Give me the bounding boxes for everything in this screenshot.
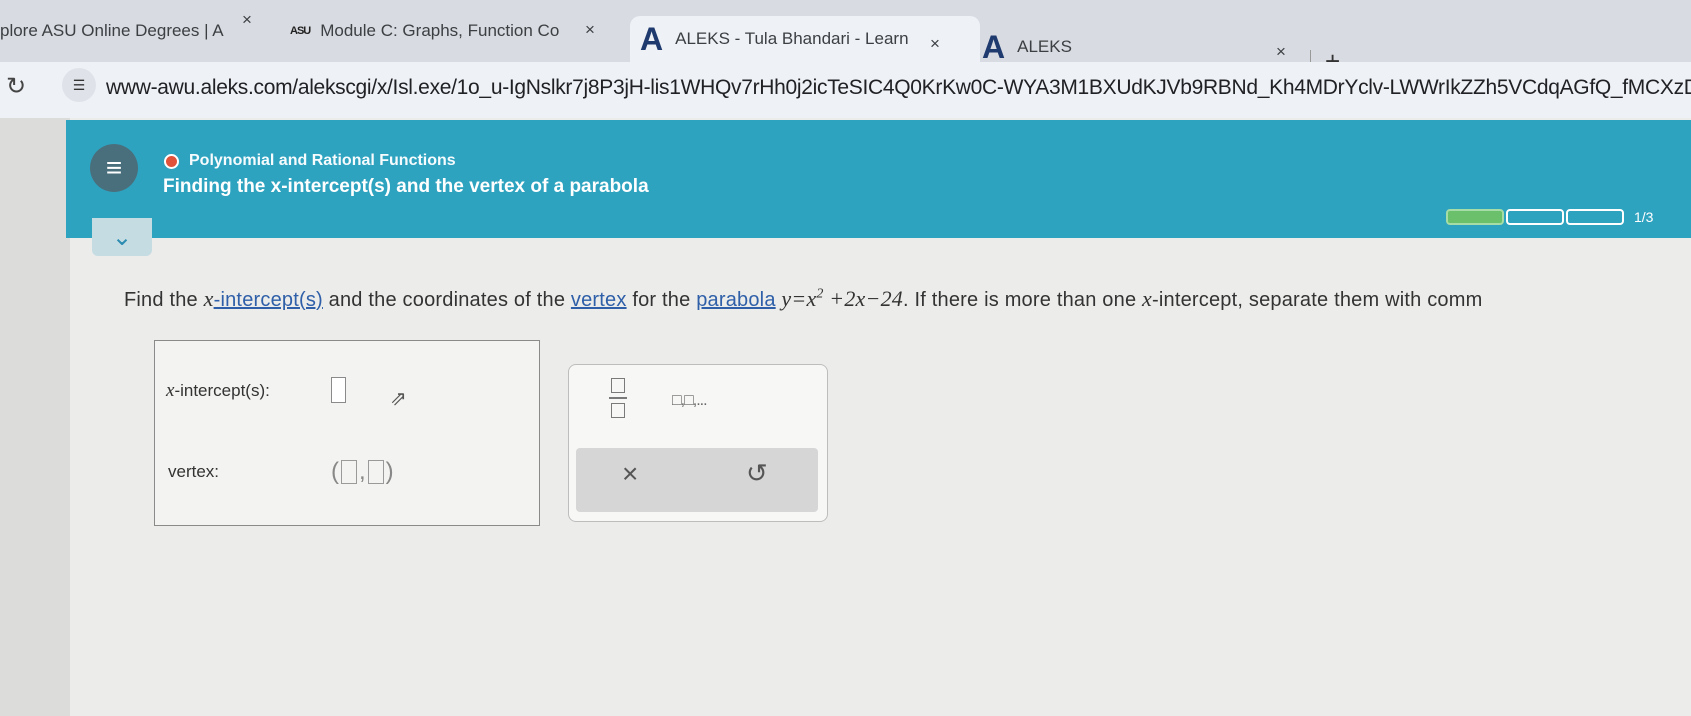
progress-count: 1/3 [1634, 209, 1654, 225]
close-icon[interactable]: × [585, 20, 595, 40]
vertex-input[interactable]: ( , ) [331, 458, 394, 486]
hamburger-icon: ≡ [105, 152, 123, 183]
clear-button[interactable]: × [622, 458, 638, 490]
undo-button[interactable]: ↺ [746, 458, 768, 489]
topic-label: Polynomial and Rational Functions [164, 152, 456, 170]
aleks-logo-icon: A [982, 28, 1006, 65]
x-intercepts-label: x-intercept(s): [166, 380, 270, 402]
topic-title: Polynomial and Rational Functions [189, 152, 456, 169]
toolbox-actions [576, 448, 818, 512]
question-fragment: Find the [124, 289, 204, 311]
close-icon[interactable]: × [930, 34, 940, 54]
fraction-denominator-icon [611, 403, 625, 418]
left-gutter [0, 118, 70, 716]
vertex-label: vertex: [168, 462, 220, 481]
site-settings-icon[interactable]: ☰ [62, 68, 96, 102]
question-fragment: and the coordinates of the [322, 289, 571, 311]
browser-tab-asu-online[interactable]: plore ASU Online Degrees | A [0, 6, 260, 56]
math-var: y [781, 286, 792, 311]
term-link-vertex[interactable]: vertex [571, 289, 627, 311]
lesson-title: Finding the x-intercept(s) and the verte… [163, 176, 649, 197]
progress-indicator: 1/3 [1446, 209, 1653, 225]
math-var: x [1142, 286, 1152, 311]
progress-segment [1506, 209, 1564, 225]
collapse-toggle-button[interactable]: ⌄ [92, 218, 152, 256]
mouse-pointer-icon: ⇗ [390, 388, 407, 410]
aleks-logo-icon: A [640, 20, 664, 57]
question-fragment: for the [626, 289, 697, 311]
browser-tab-aleks-learn[interactable]: A ALEKS - Tula Bhandari - Learn [630, 16, 980, 62]
progress-segment [1566, 209, 1624, 225]
topic-status-dot [164, 153, 179, 169]
comma: , [359, 458, 366, 485]
question-fragment: -intercept, separate them with comm [1152, 289, 1483, 311]
fraction-bar-icon [609, 397, 627, 399]
paren-open: ( [331, 458, 339, 485]
math-var: x [806, 286, 817, 311]
math-rest: +2x−24 [823, 286, 903, 311]
close-icon[interactable]: × [242, 10, 252, 30]
reload-icon[interactable]: ↻ [6, 72, 26, 101]
paren-close: ) [385, 458, 394, 485]
question-text: Find the x-intercept(s) and the coordina… [124, 286, 1482, 312]
menu-button[interactable]: ≡ [90, 144, 138, 192]
chevron-down-icon: ⌄ [111, 223, 133, 251]
answer-panel [154, 340, 540, 526]
term-link-parabola[interactable]: parabola [696, 289, 775, 311]
equation: y=x2 +2x−24 [781, 286, 903, 311]
x-intercepts-input[interactable] [331, 377, 346, 403]
asu-logo-icon: ASU [290, 25, 311, 37]
list-tool-button[interactable]: □,□,... [672, 392, 708, 410]
question-fragment: . If there is more than one [902, 289, 1143, 311]
fraction-numerator-icon [611, 378, 625, 393]
progress-segment-complete [1446, 209, 1504, 225]
term-link-intercepts[interactable]: intercept(s) [220, 289, 322, 311]
vertex-y-input[interactable] [367, 460, 384, 484]
browser-tab-module-c[interactable]: ASU Module C: Graphs, Function Co [290, 6, 570, 56]
fraction-tool-button[interactable] [608, 378, 628, 418]
url-field[interactable]: www-awu.aleks.com/alekscgi/x/Isl.exe/1o_… [106, 76, 1691, 100]
math-exponent: 2 [816, 286, 824, 302]
label-text: -intercept(s): [174, 381, 270, 400]
math-var: x [203, 286, 214, 311]
close-icon[interactable]: × [1276, 42, 1286, 62]
tab-title: plore ASU Online Degrees | A [0, 21, 224, 40]
tab-title: ALEKS [1017, 37, 1072, 56]
math-op: = [791, 286, 807, 311]
tab-title: ALEKS - Tula Bhandari - Learn [675, 29, 909, 48]
tab-title: Module C: Graphs, Function Co [320, 21, 560, 40]
vertex-x-input[interactable] [341, 460, 357, 484]
